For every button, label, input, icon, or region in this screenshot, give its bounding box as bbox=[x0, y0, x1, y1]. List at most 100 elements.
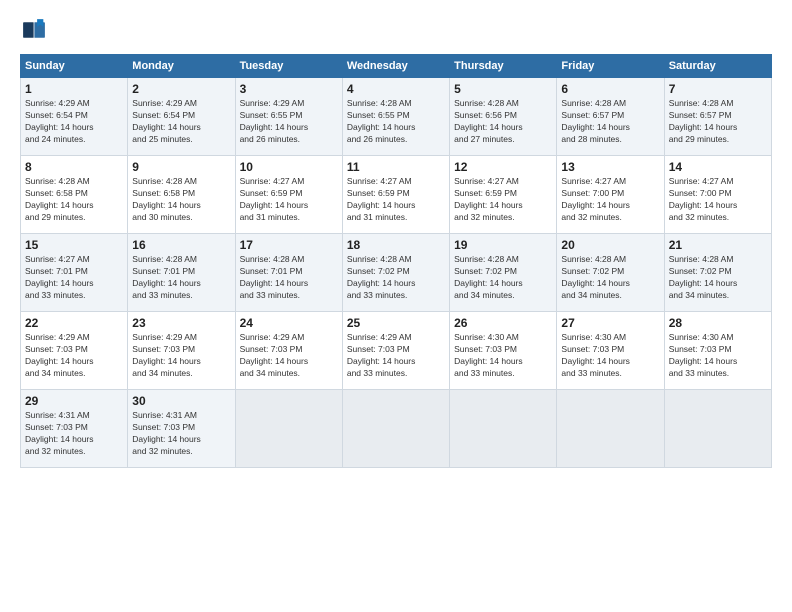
day-info: Sunrise: 4:27 AM Sunset: 6:59 PM Dayligh… bbox=[240, 176, 338, 224]
calendar-cell: 23 Sunrise: 4:29 AM Sunset: 7:03 PM Dayl… bbox=[128, 312, 235, 390]
sunrise: Sunrise: 4:28 AM bbox=[132, 176, 197, 186]
calendar-cell: 15 Sunrise: 4:27 AM Sunset: 7:01 PM Dayl… bbox=[21, 234, 128, 312]
sunset: Sunset: 6:54 PM bbox=[132, 110, 195, 120]
sunset: Sunset: 7:03 PM bbox=[561, 344, 624, 354]
calendar-cell: 13 Sunrise: 4:27 AM Sunset: 7:00 PM Dayl… bbox=[557, 156, 664, 234]
daylight-minutes: and 33 minutes. bbox=[25, 290, 85, 300]
sunrise: Sunrise: 4:29 AM bbox=[132, 98, 197, 108]
calendar-cell: 1 Sunrise: 4:29 AM Sunset: 6:54 PM Dayli… bbox=[21, 78, 128, 156]
day-number: 20 bbox=[561, 238, 659, 252]
calendar-cell: 8 Sunrise: 4:28 AM Sunset: 6:58 PM Dayli… bbox=[21, 156, 128, 234]
weekday-header: Friday bbox=[557, 55, 664, 78]
sunrise: Sunrise: 4:28 AM bbox=[347, 254, 412, 264]
sunset: Sunset: 7:01 PM bbox=[25, 266, 88, 276]
weekday-header: Wednesday bbox=[342, 55, 449, 78]
day-info: Sunrise: 4:29 AM Sunset: 6:54 PM Dayligh… bbox=[25, 98, 123, 146]
daylight-minutes: and 34 minutes. bbox=[669, 290, 729, 300]
daylight-minutes: and 27 minutes. bbox=[454, 134, 514, 144]
sunrise: Sunrise: 4:28 AM bbox=[240, 254, 305, 264]
sunset: Sunset: 7:03 PM bbox=[347, 344, 410, 354]
daylight-minutes: and 32 minutes. bbox=[669, 212, 729, 222]
sunset: Sunset: 6:59 PM bbox=[454, 188, 517, 198]
calendar-cell: 12 Sunrise: 4:27 AM Sunset: 6:59 PM Dayl… bbox=[450, 156, 557, 234]
daylight-minutes: and 28 minutes. bbox=[561, 134, 621, 144]
weekday-header: Monday bbox=[128, 55, 235, 78]
day-info: Sunrise: 4:29 AM Sunset: 7:03 PM Dayligh… bbox=[132, 332, 230, 380]
day-number: 6 bbox=[561, 82, 659, 96]
day-number: 26 bbox=[454, 316, 552, 330]
sunset: Sunset: 6:57 PM bbox=[561, 110, 624, 120]
daylight-minutes: and 31 minutes. bbox=[347, 212, 407, 222]
daylight-minutes: and 25 minutes. bbox=[132, 134, 192, 144]
daylight: Daylight: 14 hours bbox=[132, 434, 201, 444]
day-number: 23 bbox=[132, 316, 230, 330]
calendar-cell: 30 Sunrise: 4:31 AM Sunset: 7:03 PM Dayl… bbox=[128, 390, 235, 468]
calendar-cell: 26 Sunrise: 4:30 AM Sunset: 7:03 PM Dayl… bbox=[450, 312, 557, 390]
day-info: Sunrise: 4:28 AM Sunset: 7:02 PM Dayligh… bbox=[347, 254, 445, 302]
day-number: 29 bbox=[25, 394, 123, 408]
daylight-minutes: and 26 minutes. bbox=[347, 134, 407, 144]
header bbox=[20, 16, 772, 44]
sunrise: Sunrise: 4:28 AM bbox=[347, 98, 412, 108]
calendar-cell: 19 Sunrise: 4:28 AM Sunset: 7:02 PM Dayl… bbox=[450, 234, 557, 312]
sunset: Sunset: 7:00 PM bbox=[669, 188, 732, 198]
daylight: Daylight: 14 hours bbox=[561, 122, 630, 132]
calendar-row: 8 Sunrise: 4:28 AM Sunset: 6:58 PM Dayli… bbox=[21, 156, 772, 234]
day-number: 24 bbox=[240, 316, 338, 330]
day-number: 12 bbox=[454, 160, 552, 174]
day-info: Sunrise: 4:27 AM Sunset: 7:00 PM Dayligh… bbox=[669, 176, 767, 224]
calendar-cell bbox=[450, 390, 557, 468]
calendar-row: 1 Sunrise: 4:29 AM Sunset: 6:54 PM Dayli… bbox=[21, 78, 772, 156]
sunrise: Sunrise: 4:31 AM bbox=[132, 410, 197, 420]
daylight-minutes: and 32 minutes. bbox=[454, 212, 514, 222]
daylight: Daylight: 14 hours bbox=[347, 356, 416, 366]
calendar-cell: 4 Sunrise: 4:28 AM Sunset: 6:55 PM Dayli… bbox=[342, 78, 449, 156]
daylight-minutes: and 26 minutes. bbox=[240, 134, 300, 144]
day-info: Sunrise: 4:31 AM Sunset: 7:03 PM Dayligh… bbox=[132, 410, 230, 458]
calendar-cell: 3 Sunrise: 4:29 AM Sunset: 6:55 PM Dayli… bbox=[235, 78, 342, 156]
day-info: Sunrise: 4:28 AM Sunset: 7:01 PM Dayligh… bbox=[132, 254, 230, 302]
daylight-minutes: and 34 minutes. bbox=[25, 368, 85, 378]
calendar-cell: 9 Sunrise: 4:28 AM Sunset: 6:58 PM Dayli… bbox=[128, 156, 235, 234]
daylight-minutes: and 33 minutes. bbox=[454, 368, 514, 378]
sunrise: Sunrise: 4:29 AM bbox=[240, 332, 305, 342]
day-number: 2 bbox=[132, 82, 230, 96]
calendar-row: 29 Sunrise: 4:31 AM Sunset: 7:03 PM Dayl… bbox=[21, 390, 772, 468]
calendar-cell: 29 Sunrise: 4:31 AM Sunset: 7:03 PM Dayl… bbox=[21, 390, 128, 468]
sunrise: Sunrise: 4:29 AM bbox=[240, 98, 305, 108]
sunrise: Sunrise: 4:30 AM bbox=[669, 332, 734, 342]
calendar-row: 22 Sunrise: 4:29 AM Sunset: 7:03 PM Dayl… bbox=[21, 312, 772, 390]
sunset: Sunset: 7:02 PM bbox=[454, 266, 517, 276]
calendar-cell bbox=[557, 390, 664, 468]
calendar-row: 15 Sunrise: 4:27 AM Sunset: 7:01 PM Dayl… bbox=[21, 234, 772, 312]
sunset: Sunset: 7:01 PM bbox=[132, 266, 195, 276]
daylight-minutes: and 34 minutes. bbox=[454, 290, 514, 300]
weekday-header: Thursday bbox=[450, 55, 557, 78]
daylight: Daylight: 14 hours bbox=[25, 434, 94, 444]
day-info: Sunrise: 4:28 AM Sunset: 6:57 PM Dayligh… bbox=[669, 98, 767, 146]
day-number: 1 bbox=[25, 82, 123, 96]
sunrise: Sunrise: 4:30 AM bbox=[454, 332, 519, 342]
day-number: 11 bbox=[347, 160, 445, 174]
sunrise: Sunrise: 4:27 AM bbox=[454, 176, 519, 186]
daylight: Daylight: 14 hours bbox=[561, 200, 630, 210]
sunrise: Sunrise: 4:28 AM bbox=[454, 254, 519, 264]
sunset: Sunset: 6:59 PM bbox=[240, 188, 303, 198]
day-info: Sunrise: 4:28 AM Sunset: 6:55 PM Dayligh… bbox=[347, 98, 445, 146]
daylight: Daylight: 14 hours bbox=[132, 278, 201, 288]
calendar-cell bbox=[664, 390, 771, 468]
day-info: Sunrise: 4:29 AM Sunset: 7:03 PM Dayligh… bbox=[25, 332, 123, 380]
daylight-minutes: and 24 minutes. bbox=[25, 134, 85, 144]
calendar-cell: 25 Sunrise: 4:29 AM Sunset: 7:03 PM Dayl… bbox=[342, 312, 449, 390]
day-number: 3 bbox=[240, 82, 338, 96]
daylight: Daylight: 14 hours bbox=[240, 356, 309, 366]
day-number: 28 bbox=[669, 316, 767, 330]
daylight-minutes: and 34 minutes. bbox=[132, 368, 192, 378]
sunset: Sunset: 7:03 PM bbox=[132, 422, 195, 432]
daylight: Daylight: 14 hours bbox=[132, 200, 201, 210]
day-number: 9 bbox=[132, 160, 230, 174]
calendar-table: SundayMondayTuesdayWednesdayThursdayFrid… bbox=[20, 54, 772, 468]
sunrise: Sunrise: 4:28 AM bbox=[561, 254, 626, 264]
sunset: Sunset: 7:03 PM bbox=[454, 344, 517, 354]
sunrise: Sunrise: 4:29 AM bbox=[25, 98, 90, 108]
